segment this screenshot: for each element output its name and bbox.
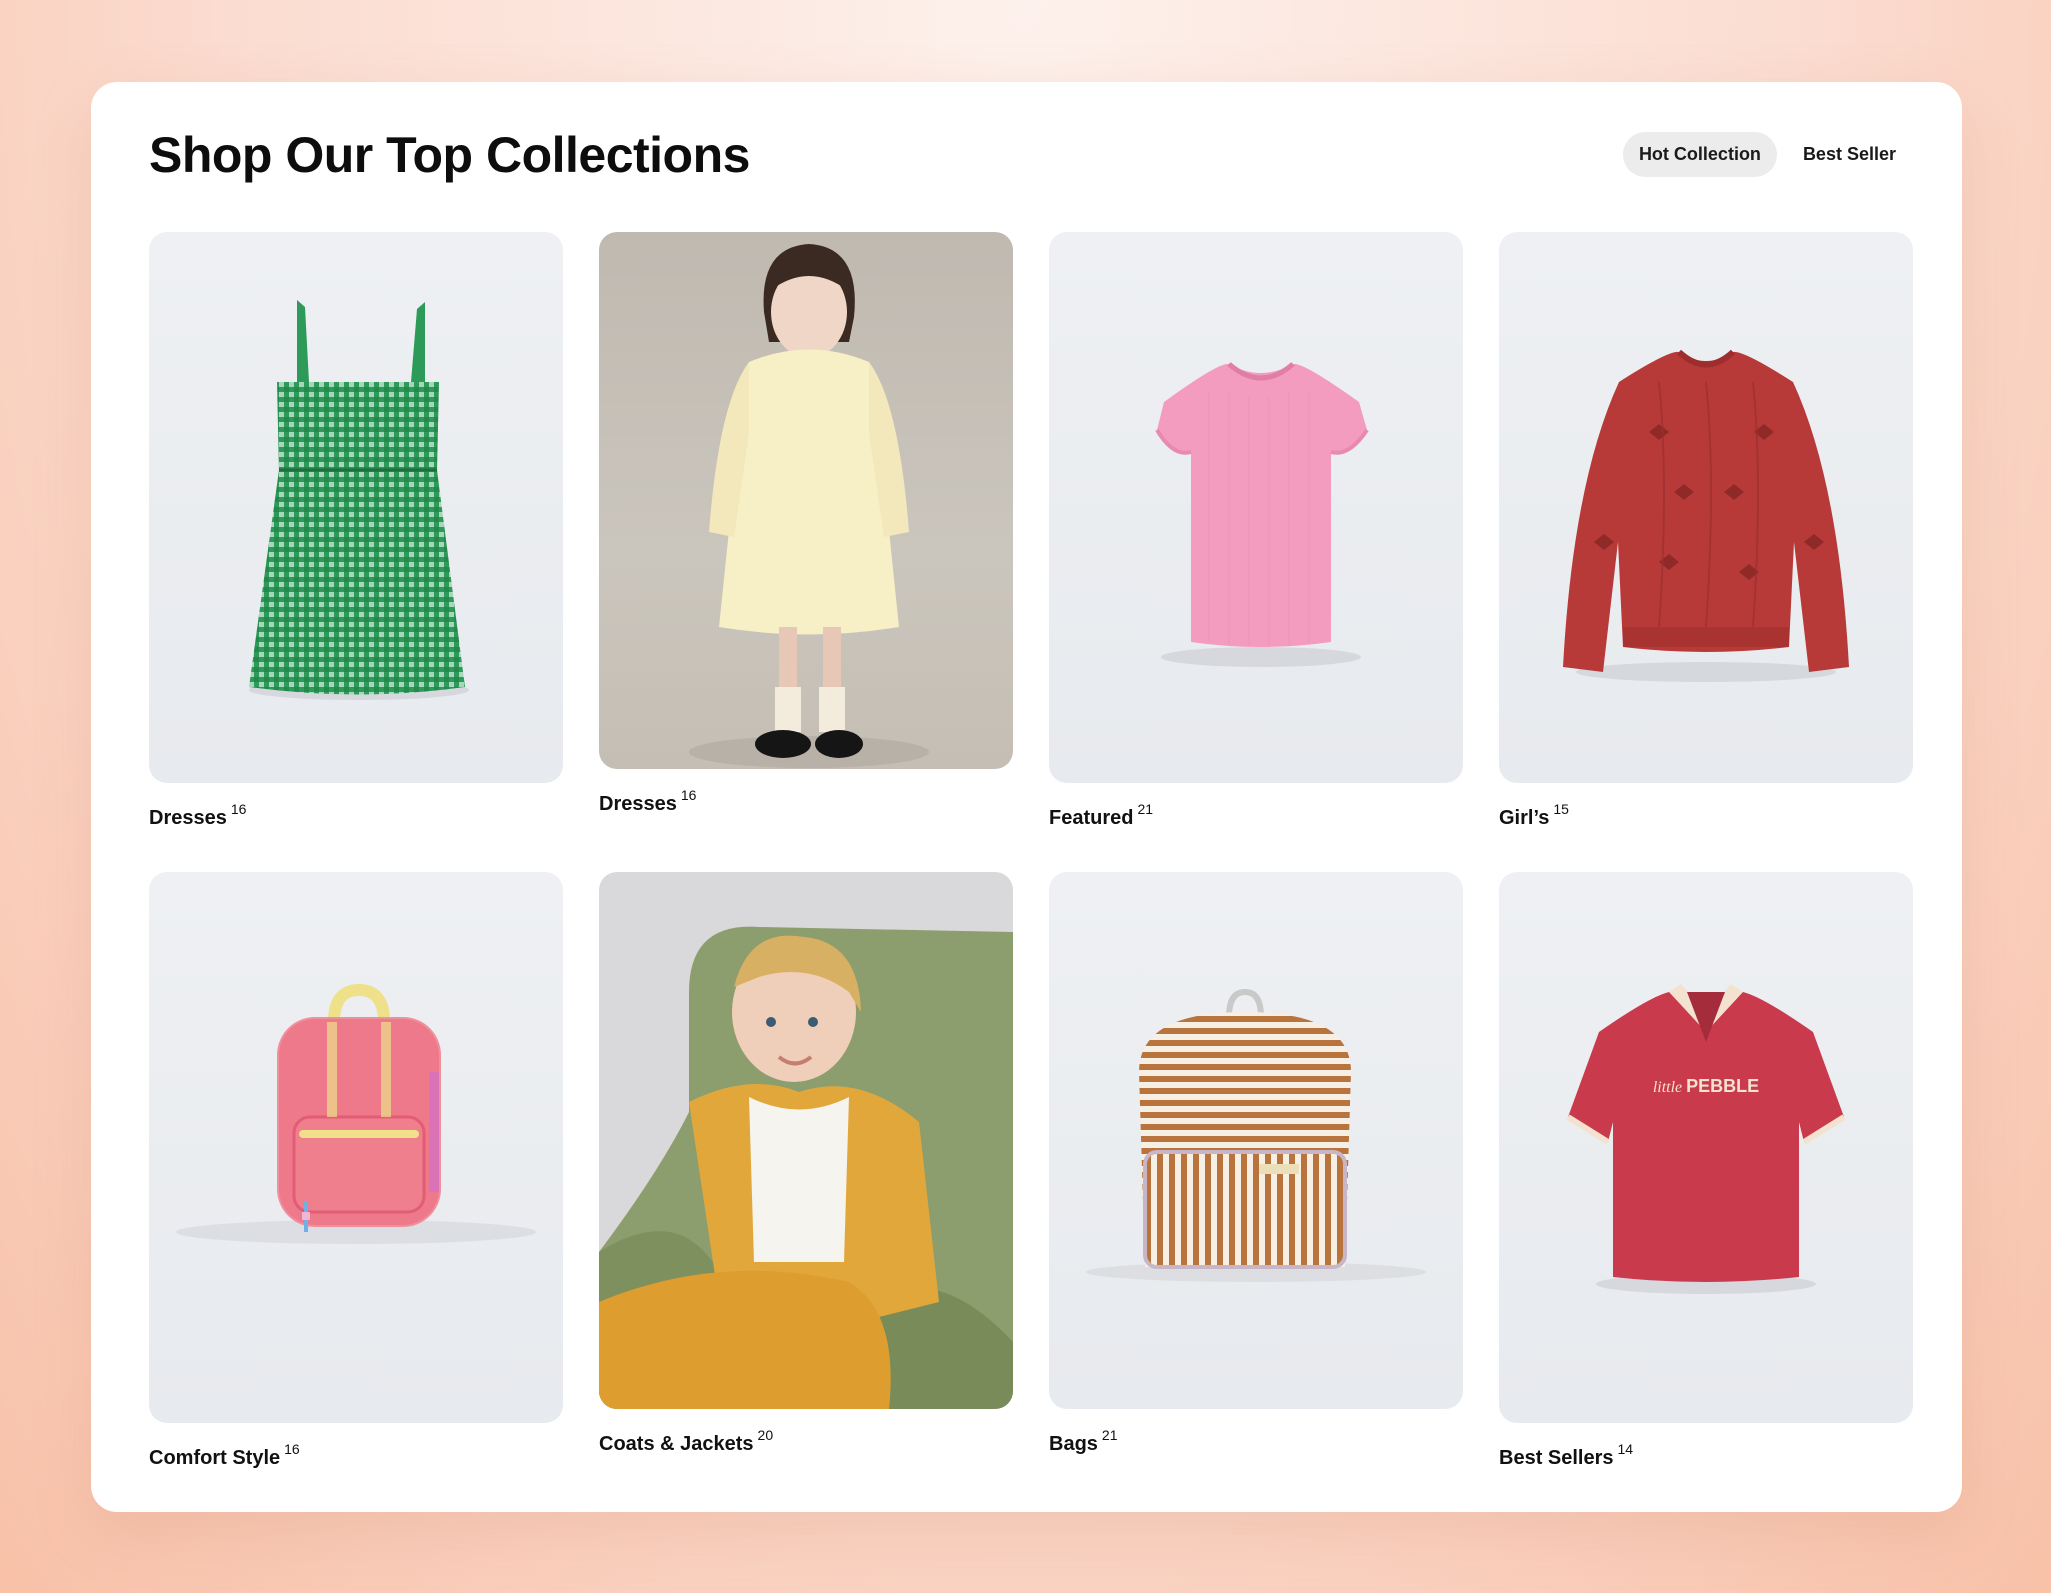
svg-text:little PEBBLE: little PEBBLE bbox=[1653, 1076, 1759, 1096]
polo-print-script: little bbox=[1653, 1079, 1682, 1096]
collection-name: Bags bbox=[1049, 1433, 1098, 1455]
tab-best-seller[interactable]: Best Seller bbox=[1787, 132, 1912, 177]
collection-count: 15 bbox=[1553, 801, 1569, 817]
collection-name: Girl’s bbox=[1499, 807, 1550, 829]
collection-name: Dresses bbox=[599, 793, 677, 815]
collection-name: Coats & Jackets bbox=[599, 1433, 754, 1455]
collection-name: Comfort Style bbox=[149, 1447, 281, 1469]
collection-count: 16 bbox=[230, 801, 247, 817]
polo-print-bold: PEBBLE bbox=[1686, 1076, 1759, 1096]
striped-backpack-image[interactable] bbox=[1049, 872, 1463, 1409]
pink-backpack-image[interactable] bbox=[149, 872, 563, 1423]
collection-card-dresses-photo[interactable]: Dresses 16 bbox=[599, 232, 1013, 816]
boy-in-jacket-photo[interactable] bbox=[599, 872, 1013, 1409]
tab-hot-collection[interactable]: Hot Collection bbox=[1622, 132, 1777, 177]
red-polo-image[interactable]: little PEBBLE bbox=[1499, 872, 1913, 1423]
collection-card-best-sellers[interactable]: little PEBBLE Best Sellers 14 bbox=[1499, 872, 1913, 1470]
collection-count: 16 bbox=[284, 1441, 300, 1457]
green-dress-image[interactable] bbox=[149, 232, 563, 783]
pink-tshirt-image[interactable] bbox=[1049, 232, 1463, 783]
collection-card-comfort-style[interactable]: Comfort Style 16 bbox=[149, 872, 563, 1470]
red-sweater-image[interactable] bbox=[1499, 232, 1913, 783]
collection-card-girls[interactable]: Girl’s 15 bbox=[1499, 232, 1913, 830]
collection-card-dresses[interactable]: Dresses 16 bbox=[149, 232, 563, 830]
collection-count: 21 bbox=[1101, 1427, 1118, 1443]
collection-count: 21 bbox=[1137, 801, 1154, 817]
girl-in-dress-photo[interactable] bbox=[599, 232, 1013, 769]
collection-name: Dresses bbox=[149, 807, 227, 829]
collection-filter-tabs: Hot Collection Best Seller bbox=[1622, 132, 1912, 177]
collection-card-featured[interactable]: Featured 21 bbox=[1049, 232, 1463, 830]
collection-count: 20 bbox=[757, 1427, 774, 1443]
collections-panel: Shop Our Top Collections Hot Collection … bbox=[91, 82, 1962, 1512]
collection-card-coats-jackets[interactable]: Coats & Jackets 20 bbox=[599, 872, 1013, 1456]
collection-card-bags[interactable]: Bags 21 bbox=[1049, 872, 1463, 1456]
collection-count: 16 bbox=[680, 787, 697, 803]
page-title: Shop Our Top Collections bbox=[149, 127, 750, 183]
collection-name: Best Sellers bbox=[1499, 1447, 1614, 1469]
collection-name: Featured bbox=[1049, 807, 1134, 829]
collection-count: 14 bbox=[1617, 1441, 1634, 1457]
